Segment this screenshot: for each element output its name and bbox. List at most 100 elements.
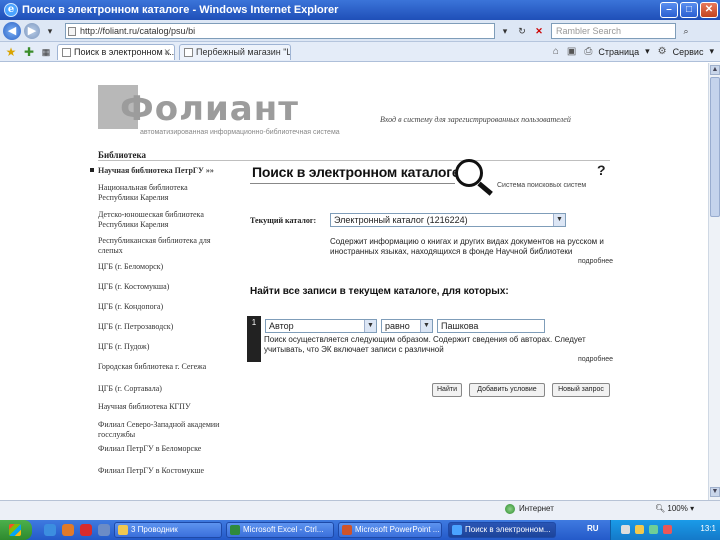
start-button[interactable] (0, 520, 32, 540)
value-input[interactable]: Пашкова (437, 319, 545, 333)
feeds-icon[interactable]: ▣ (567, 46, 576, 57)
sidebar-item[interactable]: ЦГБ (г. Пудож) (86, 342, 226, 352)
find-button[interactable]: Найти (432, 383, 462, 397)
login-link[interactable]: Вход в систему для зарегистрированных по… (380, 115, 571, 124)
tools-gear-icon[interactable]: ⚙ (658, 46, 667, 57)
sidebar-item-label: Городская библиотека г. Сегежа (98, 362, 207, 371)
sidebar-item-label: Детско-юношеская библиотека Республики К… (98, 210, 204, 229)
taskbar: 3 Проводник Microsoft Excel - Ctrl... Mi… (0, 520, 720, 540)
sidebar-item[interactable]: ЦГБ (г. Беломорск) (86, 262, 226, 272)
tools-menu[interactable]: Сервис (673, 47, 704, 57)
taskbar-item-ie[interactable]: Поиск в электронном... (448, 522, 556, 538)
tab-shop[interactable]: Пербежный магазин "Шлагбаум" (179, 43, 291, 60)
favorites-star-icon[interactable]: ★ (4, 45, 18, 59)
quick-tabs-icon[interactable]: ▦ (39, 45, 53, 59)
quicklaunch-desktop-icon[interactable] (98, 524, 110, 536)
vertical-scrollbar[interactable]: ▲ ▼ (708, 63, 720, 500)
language-indicator[interactable]: RU (587, 524, 599, 533)
print-icon[interactable]: ⎙ (584, 46, 592, 57)
logo-text: Фолиант (120, 89, 299, 129)
status-bar: Интернет 🔍︎ 100% ▾ (0, 500, 720, 520)
ie-icon (452, 525, 462, 535)
sidebar-item[interactable]: ЦГБ (г. Костомукша) (86, 282, 226, 292)
sidebar-item[interactable]: ЦГБ (г. Петрозаводск) (86, 322, 226, 332)
maximize-button[interactable]: □ (680, 2, 698, 18)
taskbar-item-excel[interactable]: Microsoft Excel - Ctrl... (226, 522, 334, 538)
back-icon[interactable]: ◀ (3, 21, 21, 40)
sidebar-item[interactable]: ЦГБ (г. Кондопога) (86, 302, 226, 312)
page-menu[interactable]: Страница (598, 47, 639, 57)
active-bullet-icon (90, 168, 94, 172)
tray-antivirus-icon[interactable] (663, 525, 672, 534)
tab-label: Пербежный магазин "Шлагбаум" (196, 46, 290, 57)
condition-help: Поиск осуществляется следующим образом. … (264, 335, 586, 354)
field-select[interactable]: Автор ▼ (265, 319, 377, 333)
sidebar-item[interactable]: Научная библиотека ПетрГУ »» (86, 166, 226, 176)
address-bar: ◀ ▶ ▾ http://foliant.ru/catalog/psu/bi ▾… (0, 20, 720, 42)
minimize-button[interactable]: – (660, 2, 678, 18)
sidebar-item[interactable]: Филиал ПетрГУ в Костомукше (86, 466, 226, 476)
ie-window: e Поиск в электронном каталоге - Windows… (0, 0, 720, 540)
quicklaunch-ie-icon[interactable] (44, 524, 56, 536)
system-link[interactable]: Система поисковых систем (497, 182, 586, 189)
page-title: Поиск в электронном каталоге (252, 164, 460, 180)
stop-icon[interactable]: ✕ (532, 24, 546, 38)
help-icon[interactable]: ? (597, 162, 606, 178)
system-tray: RU 13:1 (587, 520, 720, 540)
sidebar-item[interactable]: ЦГБ (г. Сортавала) (86, 384, 226, 394)
chevron-down-icon: ▼ (420, 320, 432, 332)
sidebar-item-label: Республиканская библиотека для слепых (98, 236, 211, 255)
home-icon[interactable]: ⌂ (553, 46, 559, 57)
sidebar-item[interactable]: Национальная библиотека Республики Карел… (86, 183, 226, 203)
tab-search-catalog[interactable]: Поиск в электронном к... ✕ (57, 43, 175, 60)
refresh-icon[interactable]: ↻ (515, 24, 529, 38)
quicklaunch-opera-icon[interactable] (80, 524, 92, 536)
operator-select[interactable]: равно ▼ (381, 319, 433, 333)
clock: 13:1 (700, 524, 716, 533)
window-title: Поиск в электронном каталоге - Windows I… (22, 4, 339, 16)
sidebar-item[interactable]: Научная библиотека КГПУ (86, 402, 226, 412)
tab-close-icon[interactable]: ✕ (163, 45, 171, 59)
close-button[interactable]: ✕ (700, 2, 718, 18)
catalog-select[interactable]: Электронный каталог (1216224) ▼ (330, 213, 566, 227)
scroll-up-icon[interactable]: ▲ (710, 65, 720, 75)
globe-icon (505, 504, 515, 514)
tab-label: Поиск в электронном к... (74, 46, 175, 57)
add-favorite-icon[interactable]: ✚ (22, 45, 36, 59)
taskbar-item-powerpoint[interactable]: Microsoft PowerPoint ... (338, 522, 442, 538)
address-input[interactable]: http://foliant.ru/catalog/psu/bi (65, 22, 495, 39)
history-dropdown-icon[interactable]: ▾ (43, 24, 57, 38)
scroll-down-icon[interactable]: ▼ (710, 487, 720, 497)
sidebar-item-label: Национальная библиотека Республики Карел… (98, 183, 188, 202)
quicklaunch-firefox-icon[interactable] (62, 524, 74, 536)
sidebar-item[interactable]: Филиал ПетрГУ в Беломорске (86, 444, 226, 454)
sidebar-item[interactable]: Детско-юношеская библиотека Республики К… (86, 210, 226, 230)
address-dropdown-icon[interactable]: ▾ (498, 24, 512, 38)
add-condition-button[interactable]: Добавить условие (469, 383, 545, 397)
sidebar-item-label: Научная библиотека КГПУ (98, 402, 191, 411)
tray-volume-icon[interactable] (635, 525, 644, 534)
sidebar-item[interactable]: Республиканская библиотека для слепых (86, 236, 226, 256)
more-link[interactable]: подробнее (578, 258, 613, 265)
chevron-down-icon: ▼ (553, 214, 565, 226)
page-menu-arrow-icon[interactable]: ▾ (645, 46, 650, 57)
forward-icon[interactable]: ▶ (24, 22, 40, 39)
sidebar-item[interactable]: Филиал Северо-Западной академии госслужб… (86, 420, 226, 440)
tray-network-icon[interactable] (621, 525, 630, 534)
more-link[interactable]: подробнее (578, 356, 613, 363)
tools-menu-arrow-icon[interactable]: ▾ (709, 46, 714, 57)
taskbar-item-explorer[interactable]: 3 Проводник (114, 522, 222, 538)
sidebar-item[interactable]: Городская библиотека г. Сегежа (86, 362, 226, 372)
excel-icon (230, 525, 240, 535)
scroll-thumb[interactable] (710, 77, 720, 217)
search-go-icon[interactable]: ⌕ (679, 24, 693, 38)
zoom-level[interactable]: 🔍︎ 100% ▾ (655, 504, 694, 513)
sidebar-item-label: Филиал Северо-Западной академии госслужб… (98, 420, 220, 439)
title-bar: e Поиск в электронном каталоге - Windows… (0, 0, 720, 20)
new-query-button[interactable]: Новый запрос (552, 383, 610, 397)
sidebar-item-label: Филиал ПетрГУ в Костомукше (98, 466, 205, 475)
search-input[interactable]: Rambler Search (551, 22, 676, 39)
tray-security-icon[interactable] (649, 525, 658, 534)
library-header: Библиотека (98, 150, 146, 160)
zoom-icon: 🔍︎ (655, 504, 666, 513)
